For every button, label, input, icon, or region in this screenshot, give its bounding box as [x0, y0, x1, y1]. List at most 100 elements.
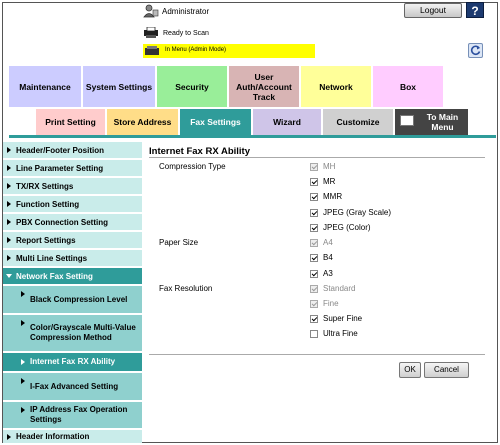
option-a3[interactable]: A3: [310, 269, 333, 278]
sidebar-subitem-ip-address-fax[interactable]: IP Address Fax Operation Settings: [3, 402, 142, 428]
tab-store-address[interactable]: Store Address: [107, 109, 178, 135]
sidebar-subitem-internet-fax-rx[interactable]: Internet Fax RX Ability: [3, 353, 142, 371]
user-name: Administrator: [162, 7, 210, 16]
sidebar-item-label: Internet Fax RX Ability: [30, 357, 116, 366]
ultra-fine-checkbox[interactable]: [310, 329, 318, 338]
b4-label: B4: [323, 253, 333, 262]
machine-icon: [145, 46, 159, 55]
page-title: Internet Fax RX Ability: [149, 146, 250, 157]
logout-button[interactable]: Logout: [404, 3, 462, 18]
sidebar-item-label: IP Address Fax Operation Settings: [30, 405, 128, 424]
sidebar-item-multi-line[interactable]: Multi Line Settings: [3, 250, 142, 266]
sidebar-item-header-footer[interactable]: Header/Footer Position: [3, 142, 142, 158]
printer-status-icon: [144, 27, 158, 38]
jpeg-gray-checkbox[interactable]: [310, 208, 318, 217]
tab-underline: [9, 135, 496, 138]
fine-label: Fine: [323, 299, 339, 308]
tab-system-settings[interactable]: System Settings: [83, 66, 155, 107]
arrow-right-icon: [7, 255, 11, 261]
sidebar-item-pbx[interactable]: PBX Connection Setting: [3, 214, 142, 230]
sidebar-item-line-parameter[interactable]: Line Parameter Setting: [3, 160, 142, 176]
refresh-button[interactable]: [468, 43, 483, 58]
super-fine-label: Super Fine: [323, 314, 363, 323]
option-mr[interactable]: MR: [310, 177, 335, 186]
sidebar-item-txrx[interactable]: TX/RX Settings: [3, 178, 142, 194]
arrow-right-icon: [7, 237, 11, 243]
arrow-right-icon: [7, 433, 11, 440]
tab-security[interactable]: Security: [157, 66, 227, 107]
sidebar-subitem-black-compression[interactable]: Black Compression Level: [3, 286, 142, 313]
help-icon[interactable]: ?: [466, 2, 484, 18]
refresh-icon: [470, 45, 481, 56]
sidebar-item-label: Line Parameter Setting: [16, 163, 104, 173]
sidebar-item-network-fax[interactable]: Network Fax Setting: [3, 268, 142, 284]
tab-print-setting[interactable]: Print Setting: [36, 109, 105, 135]
super-fine-checkbox[interactable]: [310, 314, 318, 323]
sidebar-item-label: PBX Connection Setting: [16, 217, 108, 227]
option-ultra-fine[interactable]: Ultra Fine: [310, 329, 358, 338]
arrow-right-icon: [21, 320, 25, 326]
option-a4: A4: [310, 238, 333, 247]
cancel-button[interactable]: Cancel: [424, 362, 469, 378]
arrow-right-icon: [7, 201, 11, 207]
to-main-menu-button[interactable]: To Main Menu: [395, 109, 468, 135]
arrow-right-icon: [7, 165, 11, 171]
tab-maintenance[interactable]: Maintenance: [9, 66, 81, 107]
option-jpeg-color[interactable]: JPEG (Color): [310, 223, 371, 232]
main-menu-icon: [400, 115, 414, 126]
option-standard: Standard: [310, 284, 355, 293]
a3-label: A3: [323, 269, 333, 278]
option-jpeg-gray[interactable]: JPEG (Gray Scale): [310, 208, 391, 217]
sidebar-subitem-ifax-advanced[interactable]: I-Fax Advanced Setting: [3, 373, 142, 400]
sidebar-item-label: Black Compression Level: [30, 294, 128, 304]
tab-fax-settings[interactable]: Fax Settings: [180, 109, 251, 135]
to-main-menu-label: To Main Menu: [426, 112, 459, 132]
sidebar-item-report[interactable]: Report Settings: [3, 232, 142, 248]
tab-user-auth[interactable]: User Auth/Account Track: [229, 66, 299, 107]
sidebar-subitem-color-compression[interactable]: Color/Grayscale Multi-Value Compression …: [3, 315, 142, 351]
tab-wizard[interactable]: Wizard: [253, 109, 321, 135]
fax-resolution-label: Fax Resolution: [159, 284, 213, 293]
tab-customize[interactable]: Customize: [323, 109, 393, 135]
sidebar-item-label: Multi Line Settings: [16, 253, 88, 263]
arrow-right-icon: [21, 359, 25, 365]
mr-checkbox[interactable]: [310, 177, 318, 186]
sidebar-item-label: Color/Grayscale Multi-Value Compression …: [30, 323, 136, 342]
arrow-right-icon: [21, 378, 25, 384]
mmr-checkbox[interactable]: [310, 192, 318, 201]
mh-checkbox: [310, 162, 318, 171]
mr-label: MR: [323, 177, 336, 186]
sidebar-item-label: Header/Footer Position: [16, 145, 105, 155]
sidebar-item-label: Network Fax Setting: [16, 271, 93, 281]
device-status: Ready to Scan: [163, 30, 209, 37]
ultra-fine-label: Ultra Fine: [323, 329, 358, 338]
option-mh: MH: [310, 162, 335, 171]
standard-label: Standard: [323, 284, 356, 293]
sidebar-item-function[interactable]: Function Setting: [3, 196, 142, 212]
administrator-icon: [143, 4, 159, 18]
title-divider: [149, 157, 485, 158]
compression-type-label: Compression Type: [159, 162, 226, 171]
option-fine: Fine: [310, 299, 339, 308]
option-mmr[interactable]: MMR: [310, 192, 342, 201]
a3-checkbox[interactable]: [310, 269, 318, 278]
a4-label: A4: [323, 238, 333, 247]
a4-checkbox: [310, 238, 318, 247]
jpeg-gray-label: JPEG (Gray Scale): [323, 208, 392, 217]
arrow-right-icon: [7, 219, 11, 225]
sidebar-item-header-information[interactable]: Header Information: [3, 430, 142, 443]
ok-button[interactable]: OK: [399, 362, 421, 378]
arrow-right-icon: [21, 407, 25, 413]
mh-label: MH: [323, 162, 336, 171]
tab-box[interactable]: Box: [373, 66, 443, 107]
option-b4[interactable]: B4: [310, 253, 333, 262]
sidebar-item-label: Report Settings: [16, 235, 76, 245]
option-super-fine[interactable]: Super Fine: [310, 314, 362, 323]
b4-checkbox[interactable]: [310, 253, 318, 262]
jpeg-color-checkbox[interactable]: [310, 223, 318, 232]
tab-network[interactable]: Network: [301, 66, 371, 107]
sidebar-item-label: TX/RX Settings: [16, 181, 74, 191]
mode-text: In Menu (Admin Mode): [165, 47, 227, 53]
arrow-right-icon: [21, 291, 25, 297]
sidebar-item-label: Function Setting: [16, 199, 80, 209]
